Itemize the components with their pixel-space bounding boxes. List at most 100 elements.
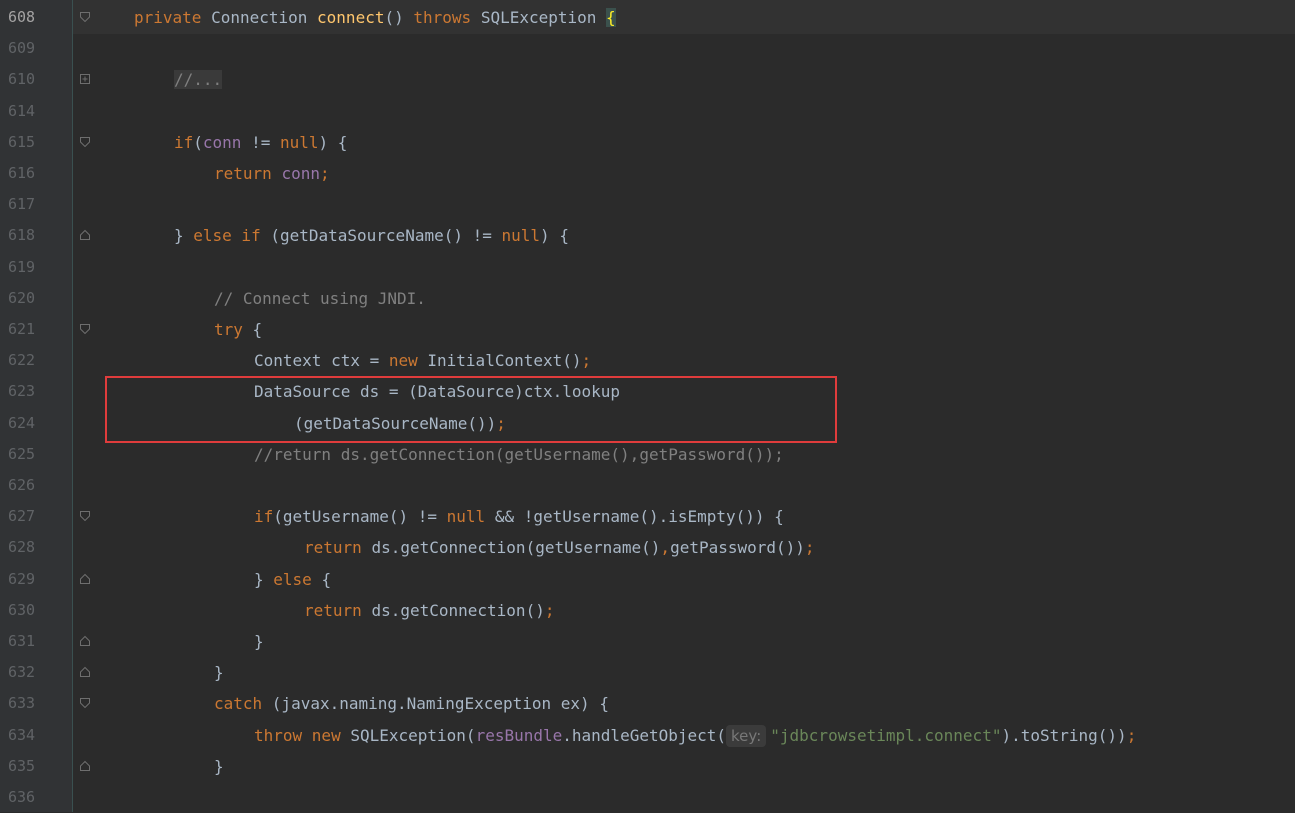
- code-text: if(conn != null) {: [174, 127, 347, 158]
- code-token: throws: [413, 8, 481, 27]
- line-number: 630: [8, 600, 36, 619]
- code-token: (javax.naming.NamingException ex) {: [271, 694, 609, 714]
- collapse-fold-icon[interactable]: [79, 11, 90, 22]
- line-number: 609: [8, 39, 36, 58]
- code-token: throw new: [254, 725, 351, 745]
- code-line[interactable]: 621 try {: [0, 314, 1295, 345]
- code-text: try {: [214, 314, 262, 345]
- code-token: else if: [193, 226, 271, 246]
- code-token: getPassword()): [670, 538, 805, 558]
- line-number: 614: [8, 101, 36, 120]
- code-token: "jdbcrowsetimpl.connect": [770, 725, 1002, 745]
- code-token: Connection: [211, 8, 318, 27]
- code-token: else: [273, 569, 322, 589]
- line-number: 624: [8, 413, 36, 432]
- code-token: //return ds.getConnection(getUsername(),…: [254, 444, 784, 464]
- code-text: // Connect using JNDI.: [214, 283, 426, 314]
- line-number: 608: [8, 8, 36, 26]
- code-text: //return ds.getConnection(getUsername(),…: [254, 439, 784, 470]
- parameter-hint: key:: [726, 724, 767, 747]
- code-line[interactable]: 633 catch (javax.naming.NamingException e…: [0, 688, 1295, 719]
- code-token: ).toString()): [1001, 725, 1127, 745]
- collapse-fold-icon[interactable]: [79, 760, 90, 771]
- code-token: .handleGetObject(: [562, 725, 727, 745]
- code-token: ds.getConnection(): [371, 600, 545, 620]
- collapse-fold-icon[interactable]: [79, 229, 90, 241]
- code-line[interactable]: 627 if(getUsername() != null && !getUsern…: [0, 501, 1295, 532]
- code-line[interactable]: 614: [0, 96, 1295, 127]
- code-token: }: [214, 756, 224, 776]
- code-line[interactable]: 617: [0, 189, 1295, 220]
- code-token: null: [446, 507, 495, 527]
- code-line[interactable]: 619: [0, 252, 1295, 283]
- code-token: conn: [202, 132, 242, 152]
- line-number: 622: [8, 351, 36, 370]
- code-line[interactable]: 625 //return ds.getConnection(getUsername…: [0, 439, 1295, 470]
- annotation-highlight-box: [105, 376, 837, 443]
- collapse-fold-icon[interactable]: [79, 666, 90, 678]
- code-token: }: [254, 632, 264, 651]
- code-text: } else {: [254, 564, 331, 595]
- code-line[interactable]: 626: [0, 470, 1295, 501]
- code-line[interactable]: 615 if(conn != null) {: [0, 127, 1295, 158]
- code-token: InitialContext(): [427, 351, 582, 371]
- line-number: 635: [8, 756, 36, 775]
- code-token: ;: [1126, 725, 1137, 745]
- collapse-fold-icon[interactable]: [79, 510, 90, 522]
- collapse-fold-icon[interactable]: [79, 635, 90, 646]
- code-text: return ds.getConnection(getUsername(),ge…: [304, 532, 815, 563]
- code-line[interactable]: 616 return conn;: [0, 158, 1295, 189]
- code-token: null: [501, 226, 541, 246]
- code-line[interactable]: 618} else if (getDataSourceName() != nul…: [0, 220, 1295, 251]
- collapse-fold-icon[interactable]: [79, 573, 90, 584]
- code-line[interactable]: 609: [0, 33, 1295, 64]
- code-token: return: [214, 164, 282, 183]
- code-line[interactable]: 636: [0, 782, 1295, 813]
- code-token: !=: [241, 132, 280, 152]
- code-text: private Connection connect() throws SQLE…: [134, 2, 616, 33]
- collapse-fold-icon[interactable]: [79, 323, 90, 334]
- code-text: if(getUsername() != null && !getUsername…: [254, 501, 784, 532]
- code-token: }: [174, 226, 194, 246]
- line-number: 627: [8, 507, 36, 526]
- code-token: Context ctx =: [254, 351, 389, 371]
- code-line[interactable]: 632}: [0, 657, 1295, 688]
- code-token: (getDataSourceName() !=: [270, 226, 502, 246]
- code-line[interactable]: 630 return ds.getConnection();: [0, 595, 1295, 626]
- line-number: 610: [8, 70, 36, 89]
- code-token: ;: [319, 164, 330, 183]
- code-token: // Connect using JNDI.: [214, 288, 426, 308]
- code-line[interactable]: 620 // Connect using JNDI.: [0, 283, 1295, 314]
- code-token: if: [254, 507, 274, 527]
- code-token: private: [134, 8, 212, 27]
- code-line[interactable]: 610 //...: [0, 64, 1295, 95]
- code-line[interactable]: 631}: [0, 626, 1295, 657]
- code-token: {: [606, 8, 616, 27]
- code-line[interactable]: 628 return ds.getConnection(getUsername()…: [0, 532, 1295, 563]
- code-token: if: [174, 132, 194, 152]
- code-text: } else if (getDataSourceName() != null) …: [174, 220, 569, 251]
- code-line[interactable]: 635}: [0, 751, 1295, 782]
- code-line[interactable]: 622 Context ctx = new InitialContext();: [0, 345, 1295, 376]
- code-token: ds.getConnection(getUsername(): [371, 538, 661, 558]
- code-token: //...: [174, 70, 223, 90]
- line-number: 619: [8, 257, 36, 276]
- code-token: (: [193, 132, 203, 152]
- code-text: return conn;: [214, 158, 330, 189]
- line-number: 621: [8, 320, 36, 338]
- code-token: SQLException(: [350, 725, 476, 745]
- code-token: connect: [317, 8, 385, 27]
- collapse-fold-icon[interactable]: [79, 697, 90, 709]
- line-number: 620: [8, 288, 36, 307]
- code-line[interactable]: 629} else {: [0, 564, 1295, 595]
- collapse-fold-icon[interactable]: [79, 136, 90, 147]
- line-number: 618: [8, 226, 36, 245]
- line-number: 615: [8, 132, 36, 151]
- line-number: 626: [8, 476, 36, 494]
- code-token: ;: [544, 600, 555, 620]
- code-token: (getUsername() !=: [273, 507, 447, 527]
- code-line[interactable]: 634 throw new SQLException(resBundle.hand…: [0, 720, 1295, 751]
- expand-fold-icon[interactable]: [79, 73, 90, 85]
- line-number: 632: [8, 663, 36, 682]
- code-line[interactable]: 608 private Connection connect() throws S…: [0, 2, 1295, 33]
